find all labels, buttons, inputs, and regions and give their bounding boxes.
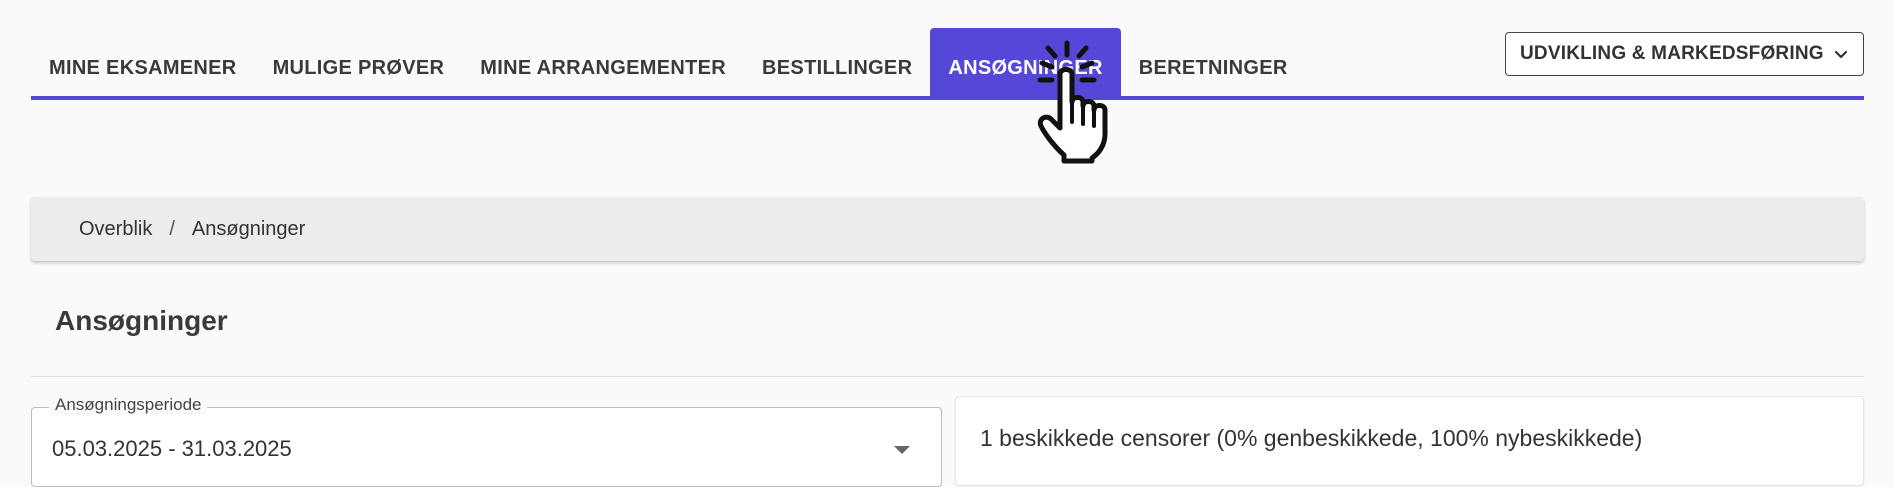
department-select-value: UDVIKLING & MARKEDSFØRING (1520, 43, 1824, 64)
tab-mine-arrangementer[interactable]: MINE ARRANGEMENTER (462, 28, 744, 100)
breadcrumb: Overblik / Ansøgninger (31, 197, 1864, 261)
main-nav-tabs: MINE EKSAMENER MULIGE PRØVER MINE ARRANG… (31, 28, 1306, 100)
application-period-select[interactable]: Ansøgningsperiode 05.03.2025 - 31.03.202… (31, 395, 942, 487)
tab-mulige-prover[interactable]: MULIGE PRØVER (255, 28, 463, 100)
nav-active-underline (31, 96, 1864, 100)
breadcrumb-item-current: Ansøgninger (191, 217, 306, 240)
application-period-value: 05.03.2025 - 31.03.2025 (52, 436, 292, 461)
top-navigation-bar: MINE EKSAMENER MULIGE PRØVER MINE ARRANG… (0, 0, 1894, 101)
dropdown-arrow-icon (894, 446, 910, 454)
application-period-label: Ansøgningsperiode (49, 395, 208, 415)
tab-mine-eksamener[interactable]: MINE EKSAMENER (31, 28, 255, 100)
tab-beretninger[interactable]: BERETNINGER (1121, 28, 1306, 100)
tab-bestillinger[interactable]: BESTILLINGER (744, 28, 930, 100)
censor-summary-text: 1 beskikkede censorer (0% genbeskikkede,… (980, 425, 1643, 451)
tab-ansogninger[interactable]: ANSØGNINGER (930, 28, 1121, 100)
chevron-down-icon (1834, 50, 1848, 59)
section-divider (31, 376, 1864, 377)
censor-summary-card: 1 beskikkede censorer (0% genbeskikkede,… (955, 396, 1864, 486)
department-select[interactable]: UDVIKLING & MARKEDSFØRING (1505, 32, 1864, 76)
page-title: Ansøgninger (55, 305, 228, 336)
breadcrumb-separator: / (169, 217, 175, 240)
breadcrumb-item-overblik[interactable]: Overblik (79, 218, 152, 241)
